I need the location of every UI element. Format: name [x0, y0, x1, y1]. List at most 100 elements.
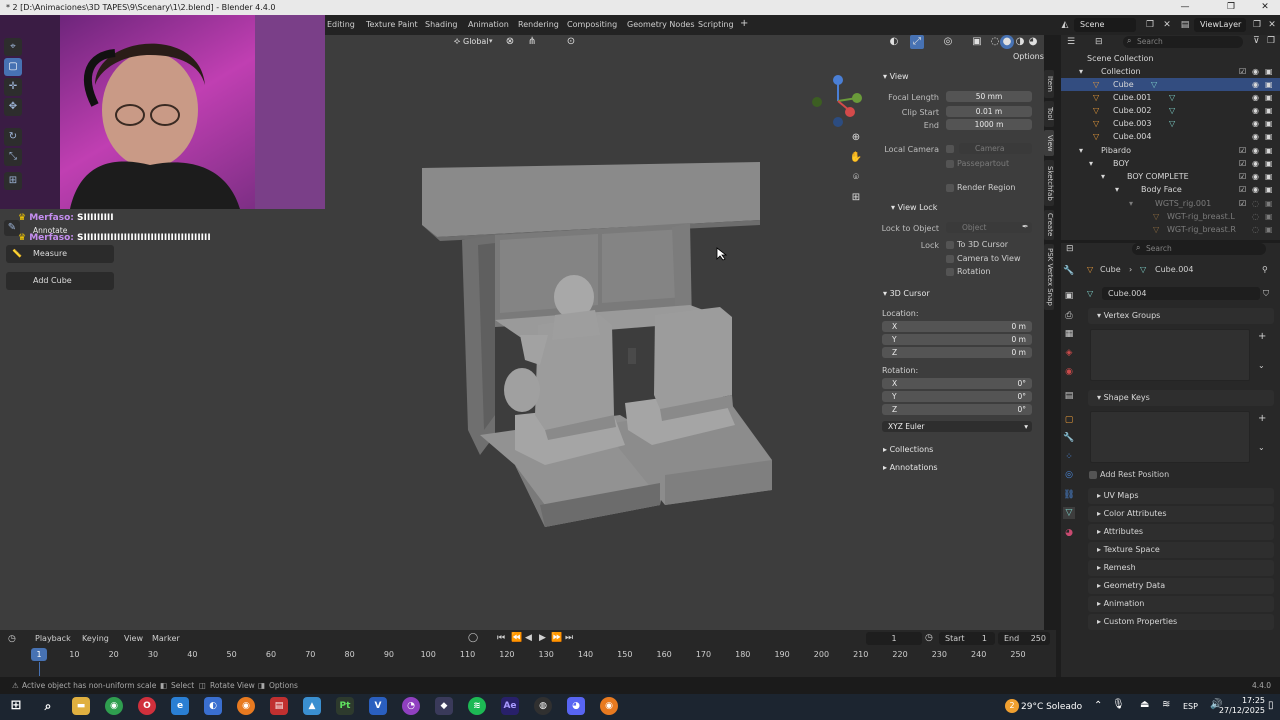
- focal-length-field[interactable]: 50 mm: [946, 91, 1032, 102]
- object-properties-icon[interactable]: ▢: [1063, 414, 1075, 426]
- tool-properties-icon[interactable]: 🔧: [1063, 265, 1075, 277]
- pt-app-icon[interactable]: Pt: [336, 697, 354, 715]
- view-menu[interactable]: View: [124, 634, 143, 643]
- vertex-group-menu-icon[interactable]: ⌄: [1258, 361, 1265, 370]
- select-box-tool-icon[interactable]: ▢: [4, 58, 22, 76]
- outliner-row-boy-complete[interactable]: ▾ BOY COMPLETE ☑ ◉ ▣: [1061, 170, 1280, 183]
- tab-sketchfab[interactable]: Sketchfab: [1044, 160, 1054, 206]
- notification-icon[interactable]: ▯: [1268, 700, 1274, 711]
- solid-shading-icon[interactable]: ●: [1000, 35, 1014, 49]
- visibility-icon[interactable]: ◐: [887, 35, 901, 49]
- spotify-icon[interactable]: ≋: [468, 697, 486, 715]
- new-collection-icon[interactable]: ❐: [1267, 36, 1275, 46]
- options-dropdown[interactable]: Options: [1013, 52, 1044, 61]
- attributes-section[interactable]: ▸ Attributes: [1088, 524, 1274, 540]
- transform-tool-icon[interactable]: ⊞: [4, 172, 22, 190]
- usb-icon[interactable]: ⏏: [1140, 699, 1149, 710]
- maximize-button[interactable]: ❐: [1216, 0, 1246, 15]
- cursor-rotation-x-field[interactable]: X 0°: [882, 378, 1032, 389]
- delete-viewlayer-icon[interactable]: ✕: [1265, 18, 1279, 32]
- local-camera-checkbox[interactable]: [946, 145, 954, 153]
- add-cube-tool[interactable]: Add Cube: [6, 272, 114, 290]
- proportional-edit-icon[interactable]: ⊙: [564, 35, 578, 49]
- jump-end-icon[interactable]: ⏭: [565, 633, 573, 643]
- vertex-groups-section[interactable]: ▾ Vertex Groups: [1088, 308, 1274, 324]
- tray-chevron-icon[interactable]: ⌃: [1094, 700, 1102, 711]
- collection-properties-icon[interactable]: ▤: [1063, 390, 1075, 402]
- minimize-button[interactable]: —: [1170, 0, 1200, 15]
- cursor-rotation-y-field[interactable]: Y 0°: [882, 391, 1032, 402]
- outliner-row-body-face[interactable]: ▾ Body Face ☑ ◉ ▣: [1061, 183, 1280, 196]
- discord-icon[interactable]: ◕: [567, 697, 585, 715]
- tab-tool[interactable]: Tool: [1044, 101, 1054, 127]
- add-shape-key-icon[interactable]: +: [1258, 413, 1266, 424]
- edge-icon[interactable]: e: [171, 697, 189, 715]
- collections-section-header[interactable]: ▸ Collections: [883, 445, 933, 454]
- vertex-groups-list[interactable]: [1090, 329, 1250, 381]
- particles-properties-icon[interactable]: ⁘: [1063, 451, 1075, 463]
- playback-menu[interactable]: Playback: [35, 634, 71, 643]
- view-layer-properties-icon[interactable]: ▦: [1063, 328, 1075, 340]
- close-button[interactable]: ✕: [1250, 0, 1280, 15]
- transform-orientation-icon[interactable]: ⟡: [450, 35, 464, 49]
- mesh-data-properties-icon[interactable]: ▽: [1063, 507, 1075, 519]
- language-indicator[interactable]: ESP: [1183, 702, 1198, 711]
- outliner-row-cube[interactable]: ▽ Cube ▽ ◉ ▣: [1061, 78, 1280, 91]
- display-mode-icon[interactable]: ⊟: [1095, 37, 1103, 47]
- outliner-row-collection[interactable]: ▾ Collection ☑ ◉ ▣: [1061, 65, 1280, 78]
- perspective-grid-icon[interactable]: ⊞: [849, 191, 863, 205]
- overlays-icon[interactable]: ◎: [941, 35, 955, 49]
- playhead-line[interactable]: [39, 662, 40, 676]
- play-icon[interactable]: ▶: [539, 633, 546, 643]
- app-icon[interactable]: ◐: [204, 697, 222, 715]
- video-app-icon[interactable]: ▤: [270, 697, 288, 715]
- world-properties-icon[interactable]: ◉: [1063, 366, 1075, 378]
- tab-create[interactable]: Create: [1044, 210, 1054, 240]
- wifi-icon[interactable]: ≋: [1162, 699, 1170, 710]
- tab-animation[interactable]: Animation: [468, 20, 509, 29]
- scene-icon[interactable]: ◭: [1058, 18, 1072, 32]
- start-frame-field[interactable]: Start 1: [939, 632, 995, 645]
- shape-keys-list[interactable]: [1090, 411, 1250, 463]
- clock-date[interactable]: 27/12/2025: [1205, 706, 1265, 715]
- view-lock-section-header[interactable]: ▾ View Lock: [891, 203, 937, 212]
- lock-to-object-field[interactable]: Object: [946, 222, 1032, 233]
- vscode-icon[interactable]: V: [369, 697, 387, 715]
- constraints-properties-icon[interactable]: ⛓: [1063, 489, 1075, 501]
- physics-properties-icon[interactable]: ◎: [1063, 469, 1075, 481]
- blender-icon[interactable]: ◉: [237, 697, 255, 715]
- tab-item[interactable]: Item: [1044, 70, 1054, 98]
- scene-selector[interactable]: Scene: [1074, 18, 1136, 32]
- jump-keyframe-back-icon[interactable]: ⏪: [511, 633, 522, 643]
- tab-texture-paint[interactable]: Texture Paint: [366, 20, 418, 29]
- custom-properties-section[interactable]: ▸ Custom Properties: [1088, 614, 1274, 630]
- outliner-row-boy[interactable]: ▾ BOY ☑ ◉ ▣: [1061, 157, 1280, 170]
- shape-key-menu-icon[interactable]: ⌄: [1258, 443, 1265, 452]
- viewlayer-icon[interactable]: ▤: [1178, 18, 1192, 32]
- end-frame-field[interactable]: End 250: [998, 632, 1050, 645]
- local-camera-field[interactable]: Camera: [959, 143, 1032, 154]
- camera-to-view-checkbox[interactable]: [946, 255, 954, 263]
- output-properties-icon[interactable]: ⎙: [1063, 310, 1075, 322]
- windows-start-icon[interactable]: ⊞: [7, 697, 25, 715]
- geometry-data-section[interactable]: ▸ Geometry Data: [1088, 578, 1274, 594]
- measure-tool[interactable]: 📏 Measure: [6, 245, 114, 263]
- outliner-row-cube-004[interactable]: ▽ Cube.004 ◉ ▣: [1061, 130, 1280, 143]
- properties-search-input[interactable]: Search: [1132, 243, 1266, 255]
- play-reverse-icon[interactable]: ◀: [525, 633, 532, 643]
- cursor-location-y-field[interactable]: Y0 m: [882, 334, 1032, 345]
- eyedropper-icon[interactable]: ✒: [1022, 222, 1029, 231]
- microphone-icon[interactable]: 🎙: [1112, 699, 1125, 710]
- cursor-tool-icon[interactable]: ✛: [4, 78, 22, 96]
- add-workspace-button[interactable]: +: [740, 18, 748, 29]
- cursor-rotation-z-field[interactable]: Z 0°: [882, 404, 1032, 415]
- search-icon[interactable]: ⌕: [39, 697, 57, 715]
- select-tool-icon[interactable]: ⌖: [4, 38, 22, 56]
- move-tool-icon[interactable]: ✥: [4, 98, 22, 116]
- outliner-row-scene-collection[interactable]: Scene Collection: [1061, 52, 1280, 65]
- scene-properties-icon[interactable]: ◈: [1063, 347, 1075, 359]
- auto-keying-icon[interactable]: ◯: [468, 633, 478, 643]
- render-properties-icon[interactable]: ▣: [1063, 290, 1075, 302]
- view-section-header[interactable]: ▾ View: [883, 72, 909, 81]
- viewlayer-selector[interactable]: ViewLayer: [1194, 18, 1246, 32]
